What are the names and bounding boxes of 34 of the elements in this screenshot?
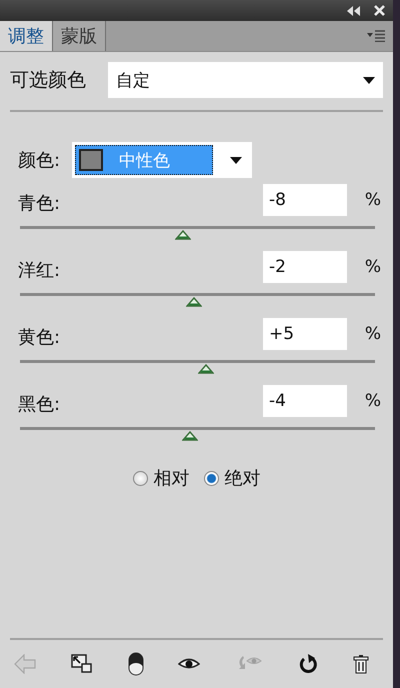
preset-dropdown[interactable]: 自定 bbox=[108, 62, 383, 98]
slider-label: 青色: bbox=[18, 192, 62, 215]
tab[interactable]: 调整 bbox=[0, 21, 53, 51]
method-radio[interactable]: 相对 bbox=[132, 466, 190, 490]
percent-label: % bbox=[364, 190, 382, 210]
slider-thumb[interactable] bbox=[186, 297, 202, 307]
collapse-icon[interactable] bbox=[346, 6, 360, 16]
slider-thumb[interactable] bbox=[175, 230, 192, 240]
method-radio[interactable]: 绝对 bbox=[204, 466, 260, 490]
tab[interactable]: 蒙版 bbox=[53, 21, 106, 51]
reset-icon[interactable] bbox=[298, 654, 318, 674]
slider-thumb[interactable] bbox=[182, 431, 198, 441]
value-field[interactable]: -2 bbox=[263, 251, 347, 283]
panel-menu-icon[interactable] bbox=[367, 30, 385, 42]
value-field[interactable]: -4 bbox=[263, 385, 347, 417]
colors-label: 颜色: bbox=[18, 149, 60, 172]
clip-layer-icon[interactable] bbox=[128, 652, 144, 676]
percent-label: % bbox=[364, 391, 382, 411]
slider-thumb[interactable] bbox=[198, 364, 214, 374]
slider-label: 洋红: bbox=[18, 259, 62, 282]
value-field[interactable]: +5 bbox=[263, 318, 347, 350]
dropdown-arrow-icon bbox=[363, 76, 375, 84]
close-icon[interactable] bbox=[374, 5, 385, 16]
value-field[interactable]: -8 bbox=[263, 184, 347, 216]
expand-view-icon[interactable] bbox=[70, 654, 93, 674]
trash-icon[interactable] bbox=[352, 654, 369, 674]
dropdown-arrow-icon bbox=[230, 156, 242, 164]
slider-label: 黑色: bbox=[18, 393, 62, 416]
percent-label: % bbox=[364, 257, 382, 277]
slider-label: 黄色: bbox=[18, 326, 62, 349]
adjustment-label: 可选颜色 bbox=[10, 68, 86, 93]
percent-label: % bbox=[364, 324, 382, 344]
eye-icon[interactable] bbox=[178, 657, 200, 671]
color-swatch-icon bbox=[79, 149, 104, 171]
